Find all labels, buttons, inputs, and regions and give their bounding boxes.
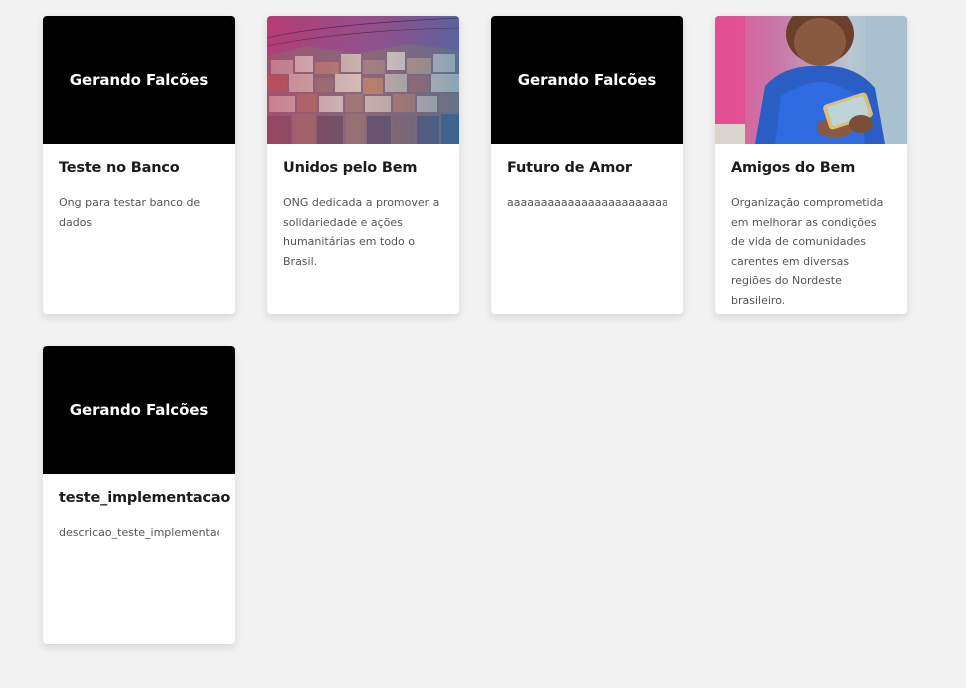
ngo-card-teste-no-banco[interactable]: Gerando Falcões Teste no Banco Ong para … bbox=[43, 16, 235, 314]
ngo-card-grid: Gerando Falcões Teste no Banco Ong para … bbox=[0, 0, 966, 688]
card-description: aaaaaaaaaaaaaaaaaaaaaaaaaaaaaaaaaaaa bbox=[507, 196, 667, 209]
ngo-card-futuro-de-amor[interactable]: Gerando Falcões Futuro de Amor aaaaaaaaa… bbox=[491, 16, 683, 314]
ngo-card-teste-implementacao[interactable]: Gerando Falcões teste_implementacao desc… bbox=[43, 346, 235, 644]
card-description: descricao_teste_implementacao bbox=[59, 526, 219, 539]
card-image-placeholder: Gerando Falcões bbox=[43, 346, 235, 474]
card-image-placeholder: Gerando Falcões bbox=[491, 16, 683, 144]
card-title: teste_implementacao bbox=[59, 490, 231, 506]
card-description: ONG dedicada a promover a solidariedade … bbox=[283, 196, 440, 268]
card-title: Unidos pelo Bem bbox=[283, 160, 418, 176]
card-image-favela-photo bbox=[267, 16, 459, 144]
placeholder-brand-text: Gerando Falcões bbox=[517, 71, 657, 89]
card-title: Futuro de Amor bbox=[507, 160, 632, 176]
child-with-phone-image bbox=[715, 16, 907, 144]
card-image-child-photo bbox=[715, 16, 907, 144]
placeholder-brand-text: Gerando Falcões bbox=[69, 401, 209, 419]
card-title: Teste no Banco bbox=[59, 160, 180, 176]
ngo-card-unidos-pelo-bem[interactable]: Unidos pelo Bem ONG dedicada a promover … bbox=[267, 16, 459, 314]
card-image-placeholder: Gerando Falcões bbox=[43, 16, 235, 144]
card-title: Amigos do Bem bbox=[731, 160, 856, 176]
ngo-card-amigos-do-bem[interactable]: Amigos do Bem Organização comprometida e… bbox=[715, 16, 907, 314]
placeholder-brand-text: Gerando Falcões bbox=[69, 71, 209, 89]
card-description: Organização comprometida em melhorar as … bbox=[731, 196, 884, 307]
favela-hillside-image bbox=[267, 16, 459, 144]
card-description: Ong para testar banco de dados bbox=[59, 196, 201, 229]
